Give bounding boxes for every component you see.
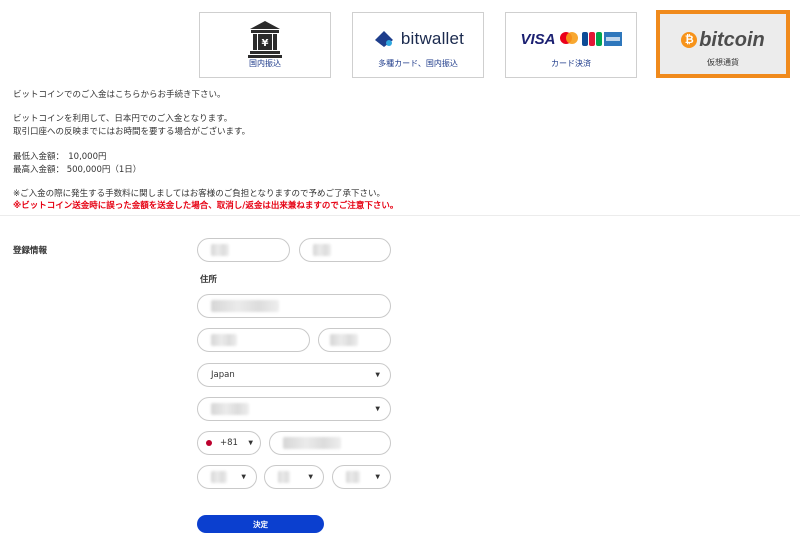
redacted-value <box>211 244 229 256</box>
postal-code-field[interactable] <box>318 328 391 352</box>
redacted-value <box>346 471 360 483</box>
birth-month-select[interactable]: ▼ <box>264 465 324 489</box>
chevron-down-icon: ▼ <box>248 439 253 447</box>
redacted-value <box>313 244 331 256</box>
prefecture-select[interactable]: ▼ <box>197 397 391 421</box>
birth-day-select[interactable]: ▼ <box>332 465 391 489</box>
bank-icon: ¥ <box>200 19 330 59</box>
redacted-value <box>330 334 358 346</box>
bitcoin-logo: ₿ bitcoin <box>660 20 786 60</box>
country-select-value: Japan <box>211 370 235 380</box>
payment-option-bank[interactable]: ¥ 国内振込 <box>199 12 331 78</box>
info-min-deposit: 最低入金額： 10,000円 <box>13 152 107 162</box>
bitwallet-logo: bitwallet <box>353 19 483 59</box>
chevron-down-icon: ▼ <box>308 473 313 481</box>
payment-option-label: 国内振込 <box>249 59 281 68</box>
card-brands-logo: VISA <box>506 19 636 59</box>
address-label: 住所 <box>200 275 218 285</box>
submit-button[interactable]: 決定 <box>197 515 324 533</box>
country-select[interactable]: Japan ▼ <box>197 363 391 387</box>
payment-option-crypto[interactable]: ₿ bitcoin 仮想通貨 <box>656 10 790 78</box>
info-intro: ビットコインでのご入金はこちらからお手続き下さい。 <box>13 90 226 100</box>
info-warning: ※ビットコイン送金時に誤った金額を送金した場合、取消し/返金は出来兼ねますのでご… <box>13 201 399 211</box>
phone-number-field[interactable] <box>269 431 391 455</box>
phone-code-select[interactable]: +81 ▼ <box>197 431 261 455</box>
info-reflection-note: 取引口座への反映までにはお時間を要する場合がございます。 <box>13 127 251 137</box>
payment-option-label: 仮想通貨 <box>707 58 739 67</box>
chevron-down-icon: ▼ <box>375 371 380 379</box>
section-divider <box>0 215 800 216</box>
chevron-down-icon: ▼ <box>375 405 380 413</box>
amex-icon <box>603 32 622 46</box>
japan-flag-icon <box>206 440 212 446</box>
bitwallet-logo-text: bitwallet <box>400 29 465 48</box>
phone-code-value: +81 <box>220 438 238 448</box>
bitcoin-icon: ₿ <box>681 32 698 48</box>
visa-logo-text: VISA <box>520 30 556 48</box>
info-jpy-note: ビットコインを利用して、日本円でのご入金となります。 <box>13 114 233 124</box>
chevron-down-icon: ▼ <box>375 473 380 481</box>
bitcoin-logo-text: bitcoin <box>699 28 765 51</box>
payment-option-label: 多種カード、国内振込 <box>378 59 458 68</box>
redacted-value <box>283 437 341 449</box>
info-max-deposit: 最高入金額： 500,000円（1日） <box>13 165 142 175</box>
street-address-field[interactable] <box>197 294 391 318</box>
first-name-field[interactable] <box>197 238 290 262</box>
redacted-value <box>211 471 227 483</box>
jcb-icon <box>581 32 602 46</box>
section-label-registration: 登録情報 <box>13 246 48 256</box>
bitwallet-icon <box>374 31 393 47</box>
birth-year-select[interactable]: ▼ <box>197 465 257 489</box>
payment-option-bitwallet[interactable]: bitwallet 多種カード、国内振込 <box>352 12 484 78</box>
payment-option-credit-card[interactable]: VISA カード決済 <box>505 12 637 78</box>
redacted-value <box>211 403 249 415</box>
payment-option-label: カード決済 <box>551 59 591 68</box>
chevron-down-icon: ▼ <box>241 473 246 481</box>
last-name-field[interactable] <box>299 238 391 262</box>
city-field[interactable] <box>197 328 310 352</box>
info-fee-note: ※ご入金の際に発生する手数料に関しましてはお客様のご負担となりますので予めご了承… <box>13 189 385 199</box>
redacted-value <box>211 300 279 312</box>
redacted-value <box>278 471 290 483</box>
svg-text:¥: ¥ <box>262 38 269 49</box>
redacted-value <box>211 334 237 346</box>
mastercard-icon <box>559 32 578 44</box>
